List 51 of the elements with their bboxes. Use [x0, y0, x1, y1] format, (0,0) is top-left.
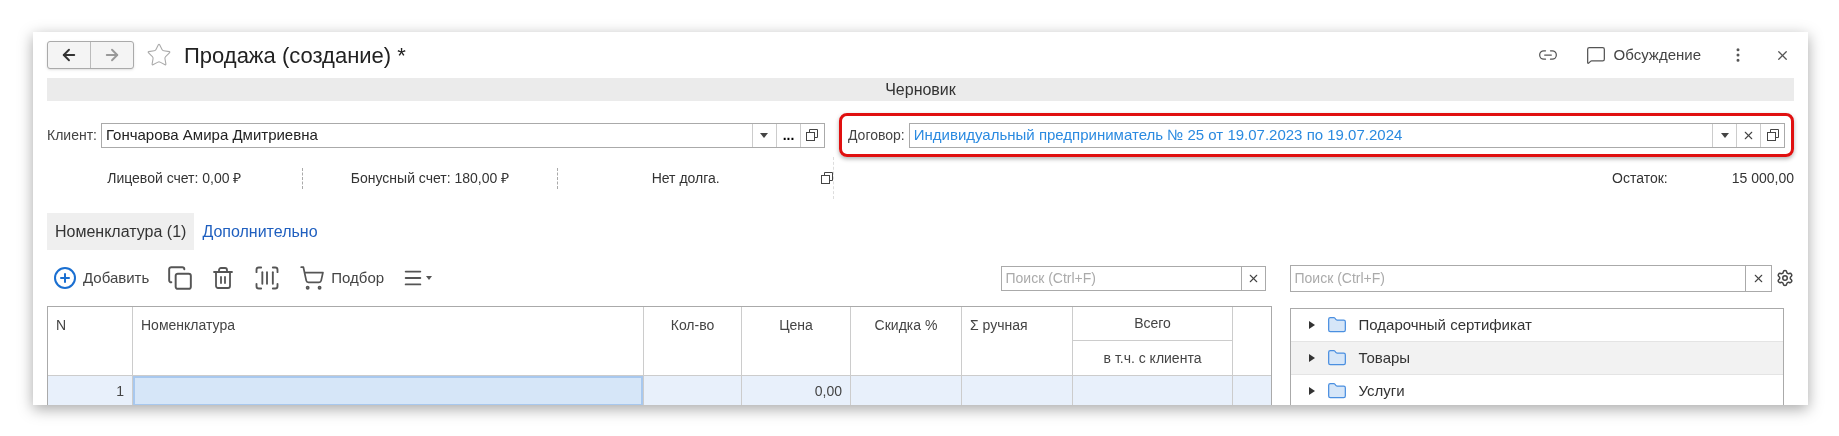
client-field[interactable]: Гончарова Амира Дмитриевна ...: [100, 122, 825, 148]
contract-label: Договор:: [847, 125, 905, 145]
forward-arrow-icon: [103, 46, 121, 64]
folder-icon: [1326, 381, 1347, 401]
open-window-icon: [1766, 129, 1779, 141]
contract-field[interactable]: Индивидуальный предприниматель № 25 от 19.07.2023 по 19.07.2024: [908, 122, 1785, 148]
balance-value: 15 000,00: [1731, 168, 1794, 188]
open-window-icon: [806, 129, 819, 141]
active-cell[interactable]: [133, 376, 643, 405]
speech-bubble-icon: [1585, 45, 1606, 65]
star-icon[interactable]: [146, 42, 172, 68]
delete-icon[interactable]: [211, 266, 236, 290]
table-search-field[interactable]: Поиск (Ctrl+F): [1000, 265, 1242, 291]
column-header: N: [56, 317, 67, 333]
discussion-button[interactable]: Обсуждение: [1581, 43, 1705, 67]
column-header: Всего: [1073, 307, 1232, 341]
column-subheader: в т.ч. с клиента: [1102, 348, 1203, 368]
pick-button[interactable]: Подбор: [299, 265, 385, 291]
folder-icon: [1326, 348, 1347, 368]
folder-icon: [1326, 315, 1347, 335]
open-window-icon: [821, 172, 833, 184]
status-bar: Черновик: [47, 78, 1794, 101]
column-header: Номенклатура: [141, 317, 235, 333]
column-header: Цена: [779, 317, 813, 333]
add-button[interactable]: Добавить: [53, 266, 150, 290]
row-number: 1: [116, 381, 124, 401]
balance-label: Остаток:: [1612, 168, 1668, 188]
expand-caret-icon[interactable]: [1308, 387, 1315, 395]
dropdown-caret-icon: [760, 132, 769, 138]
account-info: Лицевой счет: 0,00 ₽: [107, 168, 242, 188]
column-header: Σ ручная: [970, 317, 1028, 333]
client-label: Клиент:: [47, 125, 97, 145]
tab[interactable]: Номенклатура (1): [47, 213, 195, 250]
window-title: Продажа (создание) *: [184, 41, 406, 70]
table-row[interactable]: 1 0,00: [48, 376, 1271, 405]
column-header: Кол-во: [670, 317, 715, 333]
column-header: Скидка %: [874, 317, 938, 333]
expand-caret-icon[interactable]: [1308, 321, 1315, 329]
account-info: Бонусный счет: 180,00 ₽: [350, 168, 510, 188]
copy-icon[interactable]: [167, 265, 194, 291]
account-info: Нет долга.: [651, 168, 720, 188]
price-cell-text: 0,00: [814, 381, 842, 401]
plus-circle-icon: [53, 266, 77, 290]
cart-icon: [299, 265, 326, 291]
settings-icon[interactable]: [1776, 269, 1794, 287]
tab[interactable]: Дополнительно: [194, 213, 326, 250]
tree-search-field[interactable]: Поиск (Ctrl+F): [1289, 264, 1746, 292]
expand-caret-icon[interactable]: [1308, 354, 1315, 362]
tree-item[interactable]: Товары: [1290, 342, 1783, 375]
clear-search-button[interactable]: [1241, 265, 1266, 291]
dropdown-caret-icon: [1720, 132, 1729, 138]
